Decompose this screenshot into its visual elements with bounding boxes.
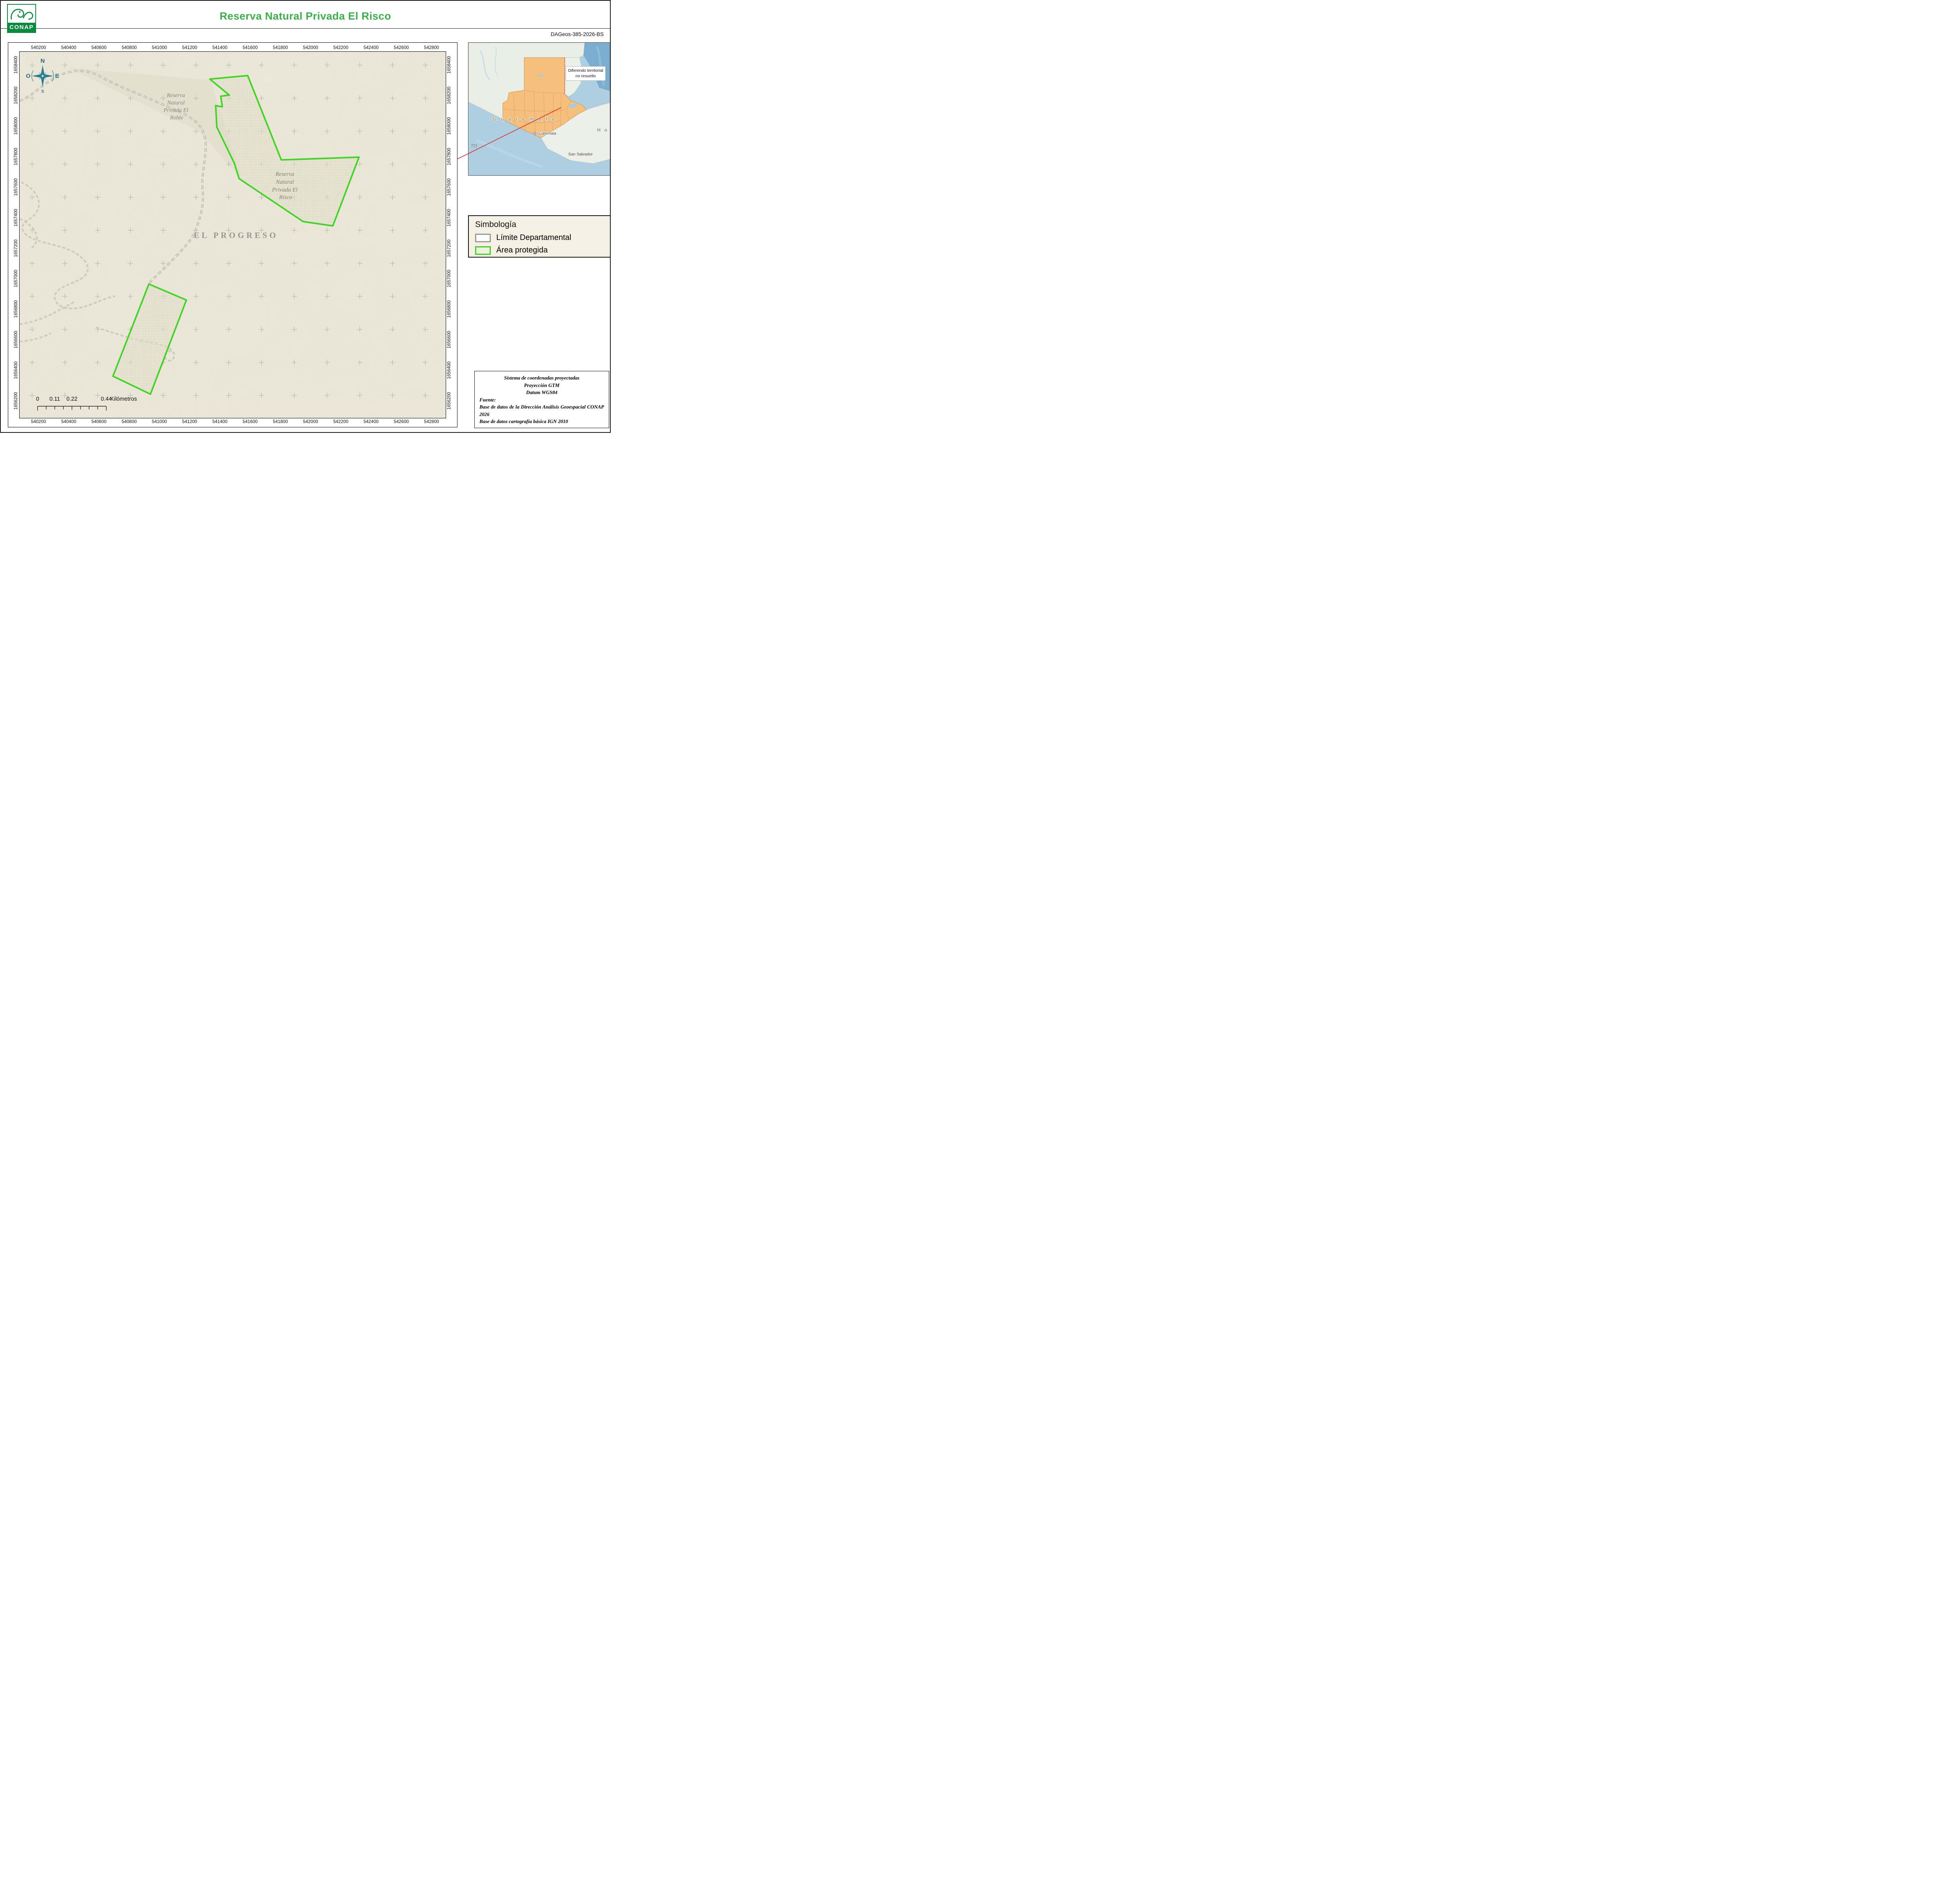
x-grid-label: 542800 bbox=[424, 420, 439, 424]
y-grid-label: 1657400 bbox=[447, 209, 452, 227]
x-grid-label: 542000 bbox=[303, 420, 318, 424]
territorial-dispute-note: Diferendo territorial no resuelto bbox=[566, 66, 606, 81]
x-grid-label: 542200 bbox=[333, 420, 348, 424]
info-line: Sistema de coordenadas proyectadas bbox=[504, 375, 580, 381]
y-grid-label: 1656200 bbox=[14, 392, 18, 410]
inset-country-label: G u a t e m a l a bbox=[492, 116, 556, 122]
departmental-limit-swatch bbox=[475, 233, 491, 242]
x-grid-label: 541200 bbox=[182, 420, 197, 424]
x-grid-label: 540800 bbox=[122, 45, 137, 50]
y-grid-label: 1658400 bbox=[14, 56, 18, 74]
grid-labels-top: 540200 540400 540600 540800 541000 541200 5414… bbox=[19, 43, 446, 51]
x-grid-label: 540400 bbox=[61, 420, 76, 424]
y-grid-label: 1658200 bbox=[447, 86, 452, 104]
info-line: Proyección GTM bbox=[524, 382, 560, 388]
reference-number-label: 721 bbox=[471, 144, 477, 148]
compass-north-label: N bbox=[40, 58, 45, 64]
scale-tick-label: 0.22 bbox=[66, 396, 77, 402]
conap-emblem-icon bbox=[8, 5, 35, 23]
source-line: Base de datos cartografía básica IGN 201… bbox=[479, 419, 568, 425]
y-grid-label: 1658200 bbox=[14, 86, 18, 104]
y-grid-label: 1657800 bbox=[14, 147, 18, 165]
x-grid-label: 540400 bbox=[61, 45, 76, 50]
compass-west-label: O bbox=[26, 73, 31, 80]
legend-item-label: Límite Departamental bbox=[496, 233, 572, 242]
grid-labels-bottom: 540200 540400 540600 540800 541000 541200 5414… bbox=[19, 418, 446, 427]
map-canvas: N E O S Reserva Natural Privada El Roble… bbox=[19, 51, 446, 418]
map-frame: 540200 540400 540600 540800 541000 541200 5414… bbox=[8, 42, 457, 427]
x-grid-label: 541800 bbox=[273, 45, 288, 50]
department-label: EL PROGRESO bbox=[194, 231, 278, 240]
x-grid-label: 540600 bbox=[91, 45, 107, 50]
y-grid-label: 1658000 bbox=[14, 117, 18, 135]
y-grid-label: 1657600 bbox=[447, 178, 452, 196]
x-grid-label: 541400 bbox=[212, 45, 228, 50]
source-line: Base de datos de la Dirección Análisis G… bbox=[479, 404, 604, 417]
y-grid-label: 1657000 bbox=[14, 270, 18, 288]
x-grid-label: 542600 bbox=[394, 420, 409, 424]
scale-tick-label: 0 bbox=[36, 396, 39, 402]
y-grid-label: 1658000 bbox=[447, 117, 452, 135]
compass-south-label: S bbox=[41, 89, 44, 94]
y-grid-label: 1657200 bbox=[14, 239, 18, 257]
header-divider bbox=[1, 28, 610, 29]
y-grid-label: 1656600 bbox=[14, 331, 18, 349]
honduras-partial-label: H o bbox=[597, 127, 608, 133]
y-grid-label: 1657000 bbox=[447, 270, 452, 288]
x-grid-label: 540200 bbox=[31, 45, 46, 50]
y-grid-label: 1656400 bbox=[447, 361, 452, 379]
grid-labels-right: 1658400 1658200 1658000 1657800 1657600 16574… bbox=[446, 51, 457, 418]
x-grid-label: 541400 bbox=[212, 420, 228, 424]
compass-east-label: E bbox=[55, 73, 59, 80]
fuente-label: Fuente: bbox=[479, 397, 496, 403]
info-line: Datum WGS84 bbox=[526, 390, 557, 396]
page-title: Reserva Natural Privada El Risco bbox=[220, 10, 391, 22]
conap-logo-text: CONAP bbox=[8, 23, 35, 32]
x-grid-label: 542200 bbox=[333, 45, 348, 50]
x-grid-label: 542800 bbox=[424, 45, 439, 50]
x-grid-label: 542000 bbox=[303, 45, 318, 50]
scale-tick-label: 0.11 bbox=[49, 396, 60, 402]
legend-item-label: Área protegida bbox=[496, 246, 548, 254]
san-salvador-label: San Salvador bbox=[568, 152, 593, 156]
x-grid-label: 541000 bbox=[152, 45, 167, 50]
inset-lake bbox=[537, 74, 544, 76]
x-grid-label: 540200 bbox=[31, 420, 46, 424]
conap-logo: CONAP bbox=[7, 4, 36, 33]
y-grid-label: 1656800 bbox=[447, 300, 452, 318]
y-grid-label: 1656600 bbox=[447, 331, 452, 349]
x-grid-label: 541800 bbox=[273, 420, 288, 424]
legend: Simbología Límite Departamental Área pro… bbox=[468, 215, 610, 258]
y-grid-label: 1657800 bbox=[447, 147, 452, 165]
protected-area-swatch bbox=[475, 246, 491, 255]
x-grid-label: 542400 bbox=[363, 45, 379, 50]
y-grid-label: 1658400 bbox=[447, 56, 452, 74]
coordinate-system-info-box: Sistema de coordenadas proyectadas Proye… bbox=[474, 371, 609, 428]
x-grid-label: 542600 bbox=[394, 45, 409, 50]
inset-locator-map: G u a t e m a l a Guatemala San Salvador… bbox=[468, 42, 610, 176]
x-grid-label: 541600 bbox=[242, 420, 258, 424]
legend-title: Simbología bbox=[475, 220, 517, 229]
y-grid-label: 1656400 bbox=[14, 361, 18, 379]
capital-city-label: Guatemala bbox=[537, 132, 556, 136]
y-grid-label: 1656200 bbox=[447, 392, 452, 410]
y-grid-label: 1657200 bbox=[447, 239, 452, 257]
x-grid-label: 541200 bbox=[182, 45, 197, 50]
y-grid-label: 1656800 bbox=[14, 300, 18, 318]
x-grid-label: 541000 bbox=[152, 420, 167, 424]
x-grid-label: 540600 bbox=[91, 420, 107, 424]
y-grid-label: 1657600 bbox=[14, 178, 18, 196]
scale-unit-label: Kilómetros bbox=[110, 396, 137, 402]
legend-item-protected-area: Área protegida bbox=[475, 246, 604, 255]
x-grid-label: 542400 bbox=[363, 420, 379, 424]
map-sheet: CONAP Reserva Natural Privada El Risco D… bbox=[0, 0, 611, 433]
grid-labels-left: 1658400 1658200 1658000 1657800 1657600 16574… bbox=[8, 51, 19, 418]
y-grid-label: 1657400 bbox=[14, 209, 18, 227]
legend-item-departmental-limit: Límite Departamental bbox=[475, 233, 604, 242]
x-grid-label: 540800 bbox=[122, 420, 137, 424]
document-code: DAGeos-385-2026-BS bbox=[550, 31, 604, 37]
x-grid-label: 541600 bbox=[242, 45, 258, 50]
